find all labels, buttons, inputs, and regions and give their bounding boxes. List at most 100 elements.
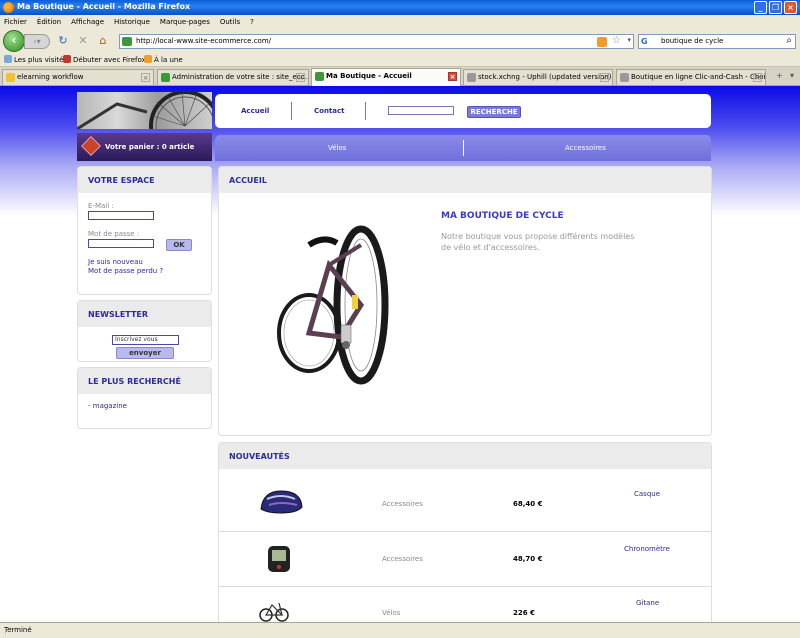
product-name-link[interactable]: Chronomètre xyxy=(624,545,670,553)
site-banner xyxy=(77,92,212,129)
email-label: E-Mail : xyxy=(88,202,114,210)
menu-bookmarks[interactable]: Marque-pages xyxy=(160,15,210,29)
newsletter-box-title: NEWSLETTER xyxy=(88,310,149,319)
firefox-icon xyxy=(3,2,14,13)
site-page: Accueil Contact RECHERCHE Votre panier :… xyxy=(77,86,713,622)
popular-box-title: LE PLUS RECHERCHÉ xyxy=(88,377,181,386)
login-ok-button[interactable]: OK xyxy=(166,239,192,251)
tab-close-icon[interactable]: × xyxy=(296,73,305,82)
home-box: ACCUEIL MA BOUTIQUE DE CYCLE Notre bouti… xyxy=(218,166,712,436)
product-price: 226 € xyxy=(513,609,535,617)
bookmark-folder-icon xyxy=(4,55,12,63)
tab-close-icon[interactable]: × xyxy=(753,73,762,82)
search-query: boutique de cycle xyxy=(661,37,724,45)
address-bar[interactable]: http://local-www.site-ecommerce.com/ ☆ ▾ xyxy=(119,34,634,49)
product-row[interactable]: Vélos 226 € Gitane xyxy=(219,587,711,622)
product-price: 48,70 € xyxy=(513,555,543,563)
back-button[interactable]: ‹ xyxy=(3,30,25,52)
tab-stock-xchng[interactable]: stock.xchng - Uphill (updated version)..… xyxy=(463,69,613,85)
popular-box-header: LE PLUS RECHERCHÉ xyxy=(78,368,211,394)
home-box-header: ACCUEIL xyxy=(219,167,711,193)
tab-close-icon[interactable]: × xyxy=(141,73,150,82)
new-tab-icon[interactable]: + xyxy=(776,71,783,80)
minimize-button[interactable]: _ xyxy=(754,1,767,14)
product-name-link[interactable]: Casque xyxy=(634,490,660,498)
stop-icon[interactable]: ✕ xyxy=(76,34,90,48)
product-name-link[interactable]: Gitane xyxy=(636,599,659,607)
top-menu: Accueil Contact RECHERCHE xyxy=(215,94,711,128)
forgot-password-link[interactable]: Mot de passe perdu ? xyxy=(88,267,163,275)
rss-icon[interactable] xyxy=(597,37,607,47)
tab-close-icon[interactable]: × xyxy=(600,73,609,82)
cart-icon xyxy=(81,136,101,156)
cart-text: Votre panier : 0 article xyxy=(105,143,195,151)
tab-favicon-icon xyxy=(315,72,324,81)
news-box-header: NOUVEAUTÉS xyxy=(219,443,711,469)
menu-file[interactable]: Fichier xyxy=(4,15,27,29)
nav-contact-link[interactable]: Contact xyxy=(314,107,345,115)
bicycle-icon xyxy=(259,602,289,622)
tab-favicon-icon xyxy=(620,73,629,82)
news-box: NOUVEAUTÉS Accessoires 68,40 € Casque Ac… xyxy=(218,442,712,622)
tab-clic-and-cash[interactable]: Boutique en ligne Clic-and-Cash - Choi..… xyxy=(616,69,766,85)
tab-favicon-icon xyxy=(6,73,15,82)
maximize-button[interactable]: ❐ xyxy=(769,1,782,14)
news-box-title: NOUVEAUTÉS xyxy=(229,452,290,461)
menu-help[interactable]: ? xyxy=(250,15,254,29)
window-titlebar: Ma Boutique - Accueil - Mozilla Firefox … xyxy=(0,0,800,15)
tab-administration[interactable]: Administration de votre site : site_eco.… xyxy=(157,69,309,85)
tab-elearning[interactable]: elearning workflow × xyxy=(2,69,154,85)
home-icon[interactable]: ⌂ xyxy=(96,34,110,48)
search-icon[interactable]: ⌕ xyxy=(786,35,792,46)
menu-tools[interactable]: Outils xyxy=(220,15,240,29)
tab-list-icon[interactable]: ▾ xyxy=(790,71,794,80)
url-text: http://local-www.site-ecommerce.com/ xyxy=(136,37,272,45)
menu-edit[interactable]: Édition xyxy=(37,15,61,29)
category-accessoires[interactable]: Accessoires xyxy=(565,144,606,152)
menu-view[interactable]: Affichage xyxy=(71,15,104,29)
bike-computer-icon xyxy=(268,546,290,572)
close-window-button[interactable]: × xyxy=(784,1,797,14)
product-row[interactable]: Accessoires 48,70 € Chronomètre xyxy=(219,532,711,587)
site-search-input[interactable] xyxy=(388,106,454,115)
category-bar: Vélos Accessoires xyxy=(215,135,711,161)
register-link[interactable]: Je suis nouveau xyxy=(88,258,143,266)
menu-divider xyxy=(365,102,366,120)
google-icon[interactable]: G xyxy=(641,36,652,47)
bookmark-star-icon[interactable]: ☆ xyxy=(612,35,621,46)
forward-button[interactable]: ›▾ xyxy=(24,34,50,49)
product-category: Vélos xyxy=(382,609,401,617)
reload-icon[interactable]: ↻ xyxy=(56,34,70,48)
cart-banner[interactable]: Votre panier : 0 article xyxy=(77,133,212,161)
tab-close-icon[interactable]: × xyxy=(448,72,457,81)
site-search-button[interactable]: RECHERCHE xyxy=(467,106,521,118)
product-price: 68,40 € xyxy=(513,500,543,508)
helmet-icon xyxy=(260,490,303,514)
bookmark-most-visited[interactable]: Les plus visités xyxy=(4,55,67,65)
newsletter-box-header: NEWSLETTER xyxy=(78,301,211,327)
newsletter-email-input[interactable]: Inscrivez vous xyxy=(112,335,179,345)
category-velos[interactable]: Vélos xyxy=(328,144,346,152)
search-bar[interactable]: G boutique de cycle ⌕ xyxy=(638,34,796,49)
password-field[interactable] xyxy=(88,239,154,248)
bookmarks-toolbar: Les plus visités Débuter avec Firefox À … xyxy=(0,53,800,67)
tab-bar: elearning workflow × Administration de vo… xyxy=(0,67,800,86)
newsletter-send-button[interactable]: envoyer xyxy=(116,347,174,359)
email-field[interactable] xyxy=(88,211,154,220)
navigation-toolbar: ‹ ›▾ ↻ ✕ ⌂ http://local-www.site-ecommer… xyxy=(0,29,800,53)
bookmark-headlines[interactable]: À la une xyxy=(144,55,183,65)
home-heading: MA BOUTIQUE DE CYCLE xyxy=(441,211,564,221)
tab-ma-boutique[interactable]: Ma Boutique - Accueil × xyxy=(311,68,461,86)
popular-item-link[interactable]: - magazine xyxy=(88,402,127,410)
resize-grip-icon[interactable]: ⋰ xyxy=(4,626,797,635)
status-bar: Terminé ⋰ xyxy=(0,622,800,638)
web-content: Accueil Contact RECHERCHE Votre panier :… xyxy=(0,86,800,622)
bicycle-hero-image xyxy=(277,225,389,385)
url-dropdown-icon[interactable]: ▾ xyxy=(627,36,631,44)
bookmark-getting-started[interactable]: Débuter avec Firefox xyxy=(63,55,146,65)
account-box-header: VOTRE ESPACE xyxy=(78,167,211,193)
menu-history[interactable]: Historique xyxy=(114,15,150,29)
product-row[interactable]: Accessoires 68,40 € Casque xyxy=(219,477,711,532)
nav-home-link[interactable]: Accueil xyxy=(241,107,269,115)
category-divider xyxy=(463,140,464,156)
